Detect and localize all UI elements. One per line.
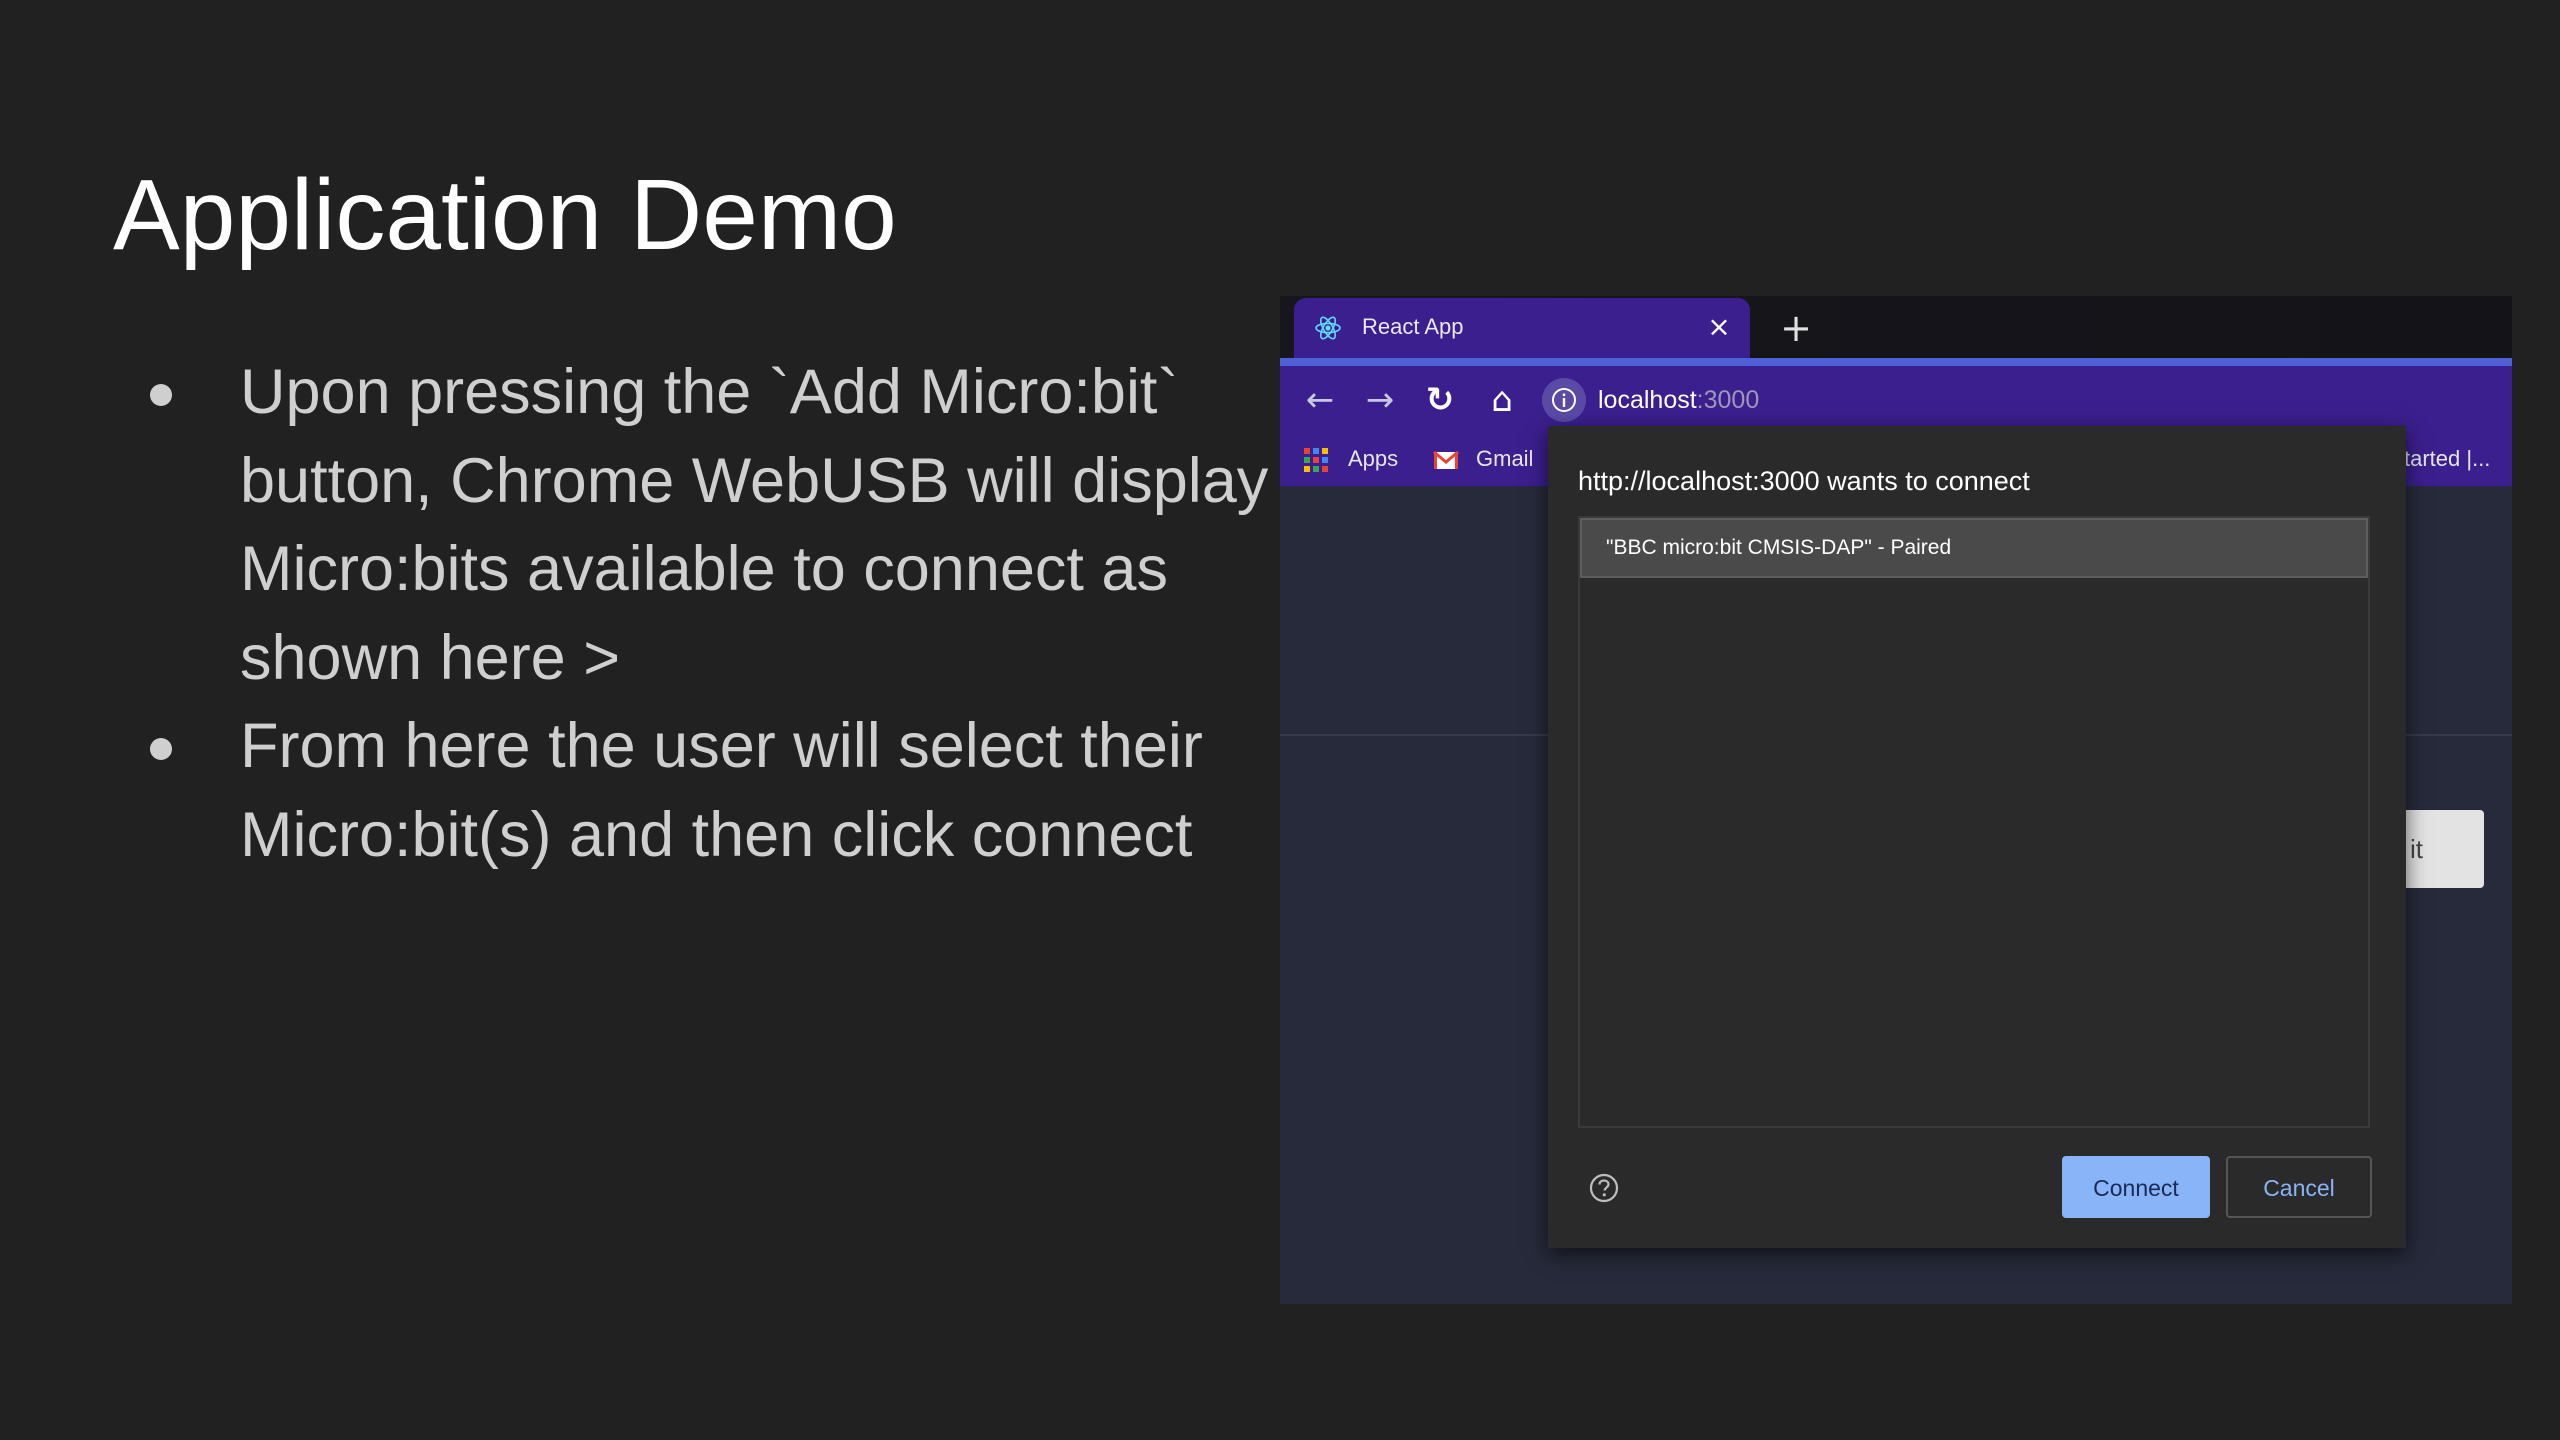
slide-title: Application Demo bbox=[113, 159, 897, 271]
address-bar[interactable]: localhost:3000 bbox=[1542, 376, 2502, 424]
cancel-button[interactable]: Cancel bbox=[2226, 1156, 2372, 1218]
browser-toolbar: ← → ↻ ⌂ localhost:3000 bbox=[1280, 358, 2512, 432]
dialog-title: http://localhost:3000 wants to connect bbox=[1578, 466, 2030, 496]
reload-icon[interactable]: ↻ bbox=[1418, 378, 1462, 422]
add-microbit-button[interactable]: it bbox=[2398, 810, 2484, 888]
react-logo-icon bbox=[1314, 314, 1342, 342]
tab-title: React App bbox=[1362, 314, 1464, 339]
gmail-icon bbox=[1432, 446, 1460, 474]
bookmark-label: Apps bbox=[1348, 446, 1399, 471]
bullet-dot bbox=[150, 384, 172, 406]
url-text: localhost:3000 bbox=[1598, 386, 1759, 415]
tab-react-app[interactable]: React App × bbox=[1294, 298, 1750, 358]
connect-button[interactable]: Connect bbox=[2062, 1156, 2210, 1218]
apps-grid-icon bbox=[1302, 446, 1330, 474]
device-list: "BBC micro:bit CMSIS-DAP" - Paired bbox=[1578, 516, 2370, 1128]
url-port: :3000 bbox=[1696, 386, 1760, 414]
forward-arrow-icon[interactable]: → bbox=[1358, 378, 1402, 422]
bookmark-label: Gmail bbox=[1476, 446, 1534, 471]
new-tab-button[interactable]: + bbox=[1776, 308, 1816, 348]
back-arrow-icon[interactable]: ← bbox=[1298, 378, 1342, 422]
browser-screenshot: React App × + ← → ↻ ⌂ localhost:3000 App… bbox=[1280, 296, 2512, 1304]
bullet-dot bbox=[150, 738, 172, 760]
bullet-text: From here the user will select their Mic… bbox=[240, 711, 1203, 870]
close-icon[interactable]: × bbox=[1702, 310, 1736, 344]
tab-strip: React App × + bbox=[1280, 296, 2512, 358]
bookmark-apps[interactable]: Apps bbox=[1302, 442, 1398, 476]
help-circle-icon[interactable] bbox=[1588, 1172, 1620, 1204]
bullet-text: Upon pressing the `Add Micro:bit` button… bbox=[240, 357, 1269, 693]
webusb-chooser-dialog: http://localhost:3000 wants to connect "… bbox=[1548, 426, 2406, 1248]
bullet-list: Upon pressing the `Add Micro:bit` button… bbox=[140, 348, 1270, 879]
bookmark-gmail[interactable]: Gmail bbox=[1432, 442, 1533, 476]
home-icon[interactable]: ⌂ bbox=[1480, 378, 1524, 422]
bullet-item: Upon pressing the `Add Micro:bit` button… bbox=[140, 348, 1270, 702]
bullet-item: From here the user will select their Mic… bbox=[140, 702, 1270, 879]
info-icon[interactable] bbox=[1542, 378, 1586, 422]
url-host: localhost bbox=[1598, 386, 1697, 414]
bookmark-getting-started[interactable]: tarted |... bbox=[2404, 442, 2490, 476]
device-item-microbit[interactable]: "BBC micro:bit CMSIS-DAP" - Paired bbox=[1580, 518, 2368, 578]
